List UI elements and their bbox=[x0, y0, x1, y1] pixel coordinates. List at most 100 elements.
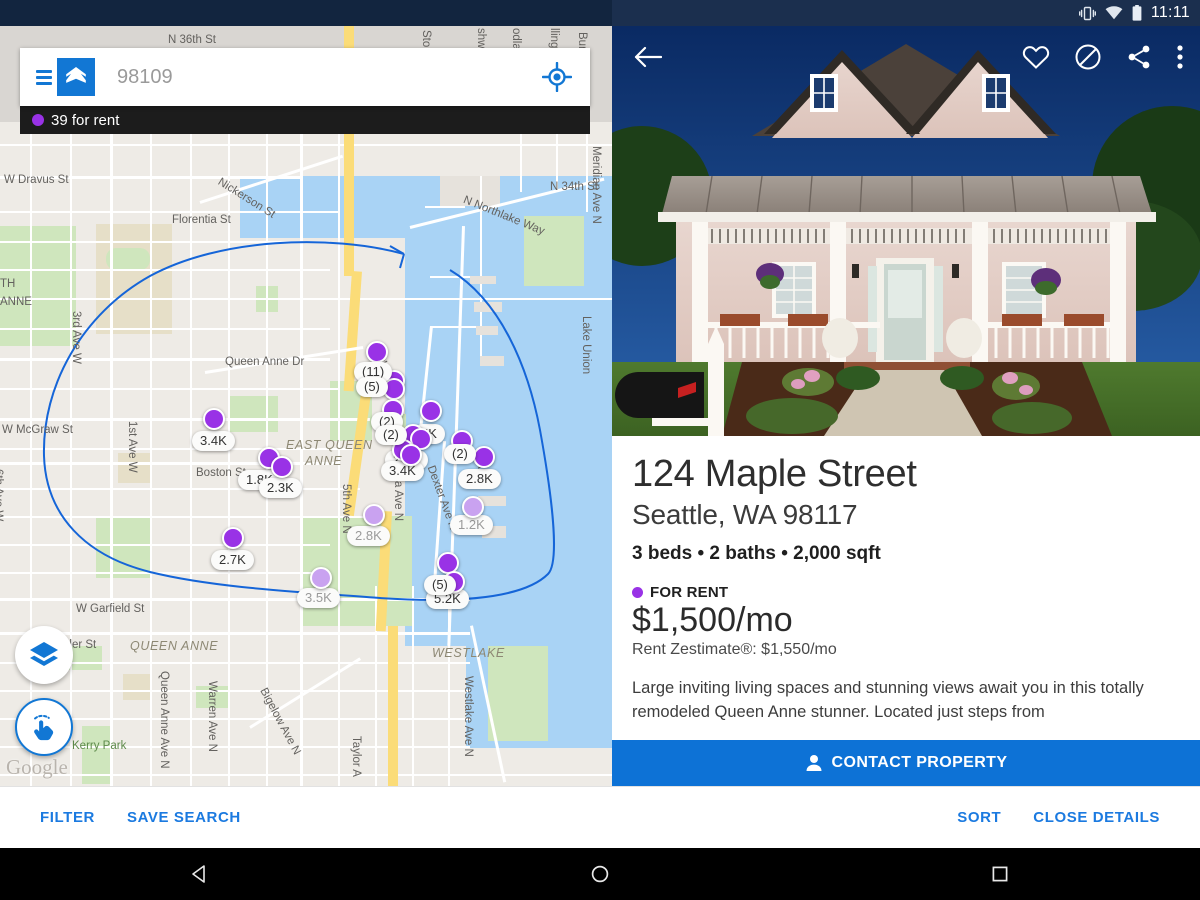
sort-button[interactable]: SORT bbox=[957, 809, 1001, 826]
save-search-button[interactable]: SAVE SEARCH bbox=[127, 809, 241, 826]
google-attribution: Google bbox=[6, 755, 68, 779]
map-listing-marker[interactable] bbox=[310, 567, 332, 589]
map-listing-marker[interactable] bbox=[222, 527, 244, 549]
map-cluster-label[interactable]: (5) bbox=[356, 377, 388, 397]
map-listing-marker[interactable] bbox=[203, 408, 225, 430]
filter-button[interactable]: FILTER bbox=[40, 809, 95, 826]
map-street-label: ANNE bbox=[305, 454, 343, 468]
status-bar: 11:11 bbox=[0, 0, 1200, 26]
results-count-label: 39 for rent bbox=[51, 111, 120, 129]
android-back-button[interactable] bbox=[140, 864, 260, 884]
map-street-label: Westlake Ave N bbox=[462, 676, 474, 757]
android-home-icon bbox=[591, 865, 609, 883]
favorite-button[interactable] bbox=[1022, 44, 1050, 70]
map-street-label: Meridian Ave N bbox=[590, 146, 602, 224]
map-layers-button[interactable] bbox=[15, 626, 73, 684]
map-listing-marker[interactable] bbox=[271, 456, 293, 478]
map-price-label[interactable]: 3.4K bbox=[381, 461, 424, 481]
map-price-label[interactable]: 1.2K bbox=[450, 515, 493, 535]
my-location-icon[interactable] bbox=[542, 62, 572, 92]
map-listing-marker[interactable] bbox=[473, 446, 495, 468]
map-canvas[interactable]: N 36th StStoneshworthodlawnllingfordBurk… bbox=[0, 26, 612, 786]
property-address-line1: 124 Maple Street bbox=[632, 453, 917, 495]
property-description: Large inviting living spaces and stunnin… bbox=[632, 679, 1144, 722]
map-cluster-label[interactable]: (5) bbox=[424, 575, 456, 595]
map-street-label: Lake Union bbox=[580, 316, 592, 375]
vibrate-icon bbox=[1078, 6, 1096, 20]
map-street-label: WESTLAKE bbox=[432, 646, 505, 660]
draw-boundary-hand-icon bbox=[34, 714, 54, 741]
map-street-label: W McGraw St bbox=[2, 424, 73, 436]
back-button[interactable] bbox=[634, 45, 662, 69]
heart-icon bbox=[1022, 46, 1050, 69]
map-listing-marker[interactable] bbox=[400, 444, 422, 466]
hamburger-menu-icon[interactable] bbox=[36, 69, 52, 85]
map-street-label: EAST QUEEN bbox=[286, 438, 373, 452]
status-dot-icon bbox=[632, 586, 643, 598]
app-root: 11:11 N 36th St Stone odlawn W Dravus St… bbox=[0, 0, 1200, 900]
property-price: $1,500/mo bbox=[632, 600, 793, 639]
map-street-label: W Dravus St bbox=[4, 174, 69, 186]
map-listing-marker[interactable] bbox=[366, 341, 388, 363]
android-recents-icon bbox=[992, 866, 1008, 882]
map-street-label: 6th Ave W bbox=[0, 469, 4, 521]
bottom-action-bar: FILTER SAVE SEARCH SORT CLOSE DETAILS bbox=[0, 786, 1200, 848]
map-price-label[interactable]: 2.8K bbox=[458, 469, 501, 489]
property-address-line2: Seattle, WA 98117 bbox=[632, 498, 858, 530]
status-bar-left-shade bbox=[0, 0, 612, 26]
photo-toolbar bbox=[612, 26, 1200, 88]
contact-property-button[interactable]: CONTACT PROPERTY bbox=[612, 740, 1200, 786]
map-layers-icon bbox=[30, 642, 58, 666]
map-street-label: ANNE bbox=[0, 296, 32, 308]
map-listing-marker[interactable] bbox=[462, 496, 484, 518]
person-icon bbox=[806, 755, 822, 771]
share-button[interactable] bbox=[1126, 44, 1152, 70]
map-price-label[interactable]: 2.3K bbox=[259, 478, 302, 498]
map-street-label: Florentia St bbox=[172, 214, 231, 226]
map-street-label: N 36th St bbox=[168, 34, 216, 46]
map-listing-marker[interactable] bbox=[363, 504, 385, 526]
map-street-label: a Ave N bbox=[392, 481, 404, 522]
map-cluster-label[interactable]: (2) bbox=[444, 444, 476, 464]
rent-zestimate: Rent Zestimate®: $1,550/mo bbox=[632, 641, 837, 659]
map-street-label: Queen Anne Ave N bbox=[158, 671, 170, 769]
status-bar-clock: 11:11 bbox=[1150, 4, 1190, 21]
map-street-label: Kerry Park bbox=[72, 740, 127, 752]
results-count-bar: 39 for rent bbox=[20, 106, 590, 134]
android-navigation-bar bbox=[0, 848, 1200, 900]
map-street-label: 5th Ave N bbox=[340, 484, 352, 534]
draw-boundary-button[interactable] bbox=[15, 698, 73, 756]
map-price-label[interactable]: 2.8K bbox=[347, 526, 390, 546]
wifi-icon bbox=[1105, 6, 1123, 20]
zillow-logo-icon[interactable] bbox=[57, 58, 95, 96]
hide-listing-button[interactable] bbox=[1074, 43, 1102, 71]
overflow-menu-button[interactable] bbox=[1176, 43, 1184, 71]
map-price-label[interactable]: 3.4K bbox=[192, 431, 235, 451]
overflow-menu-icon bbox=[1177, 45, 1183, 69]
map-street-label: Queen Anne Dr bbox=[225, 356, 305, 368]
property-photo[interactable] bbox=[612, 26, 1200, 436]
property-detail-pane: 124 Maple Street Seattle, WA 98117 3 bed… bbox=[612, 26, 1200, 786]
battery-icon bbox=[1132, 5, 1142, 21]
android-home-button[interactable] bbox=[540, 864, 660, 884]
map-street-label: W Garfield St bbox=[76, 603, 145, 615]
map-price-label[interactable]: 3.5K bbox=[297, 588, 340, 608]
search-bar[interactable] bbox=[20, 48, 590, 106]
map-street-label: QUEEN ANNE bbox=[130, 639, 219, 653]
property-info: 124 Maple Street Seattle, WA 98117 3 bed… bbox=[612, 436, 1200, 786]
map-street-label: 1st Ave W bbox=[126, 421, 138, 473]
status-badge: FOR RENT bbox=[632, 584, 1180, 601]
for-rent-dot-icon bbox=[32, 114, 44, 126]
map-listing-marker[interactable] bbox=[420, 400, 442, 422]
close-details-button[interactable]: CLOSE DETAILS bbox=[1033, 809, 1160, 826]
search-input[interactable] bbox=[117, 65, 542, 89]
map-street-label: Taylor A bbox=[350, 736, 362, 777]
map-cluster-label[interactable]: (2) bbox=[375, 425, 407, 445]
android-back-icon bbox=[192, 865, 205, 883]
map-price-label[interactable]: 2.7K bbox=[211, 550, 254, 570]
share-icon bbox=[1128, 45, 1150, 69]
android-recents-button[interactable] bbox=[940, 864, 1060, 884]
hide-circle-slash-icon bbox=[1075, 44, 1101, 70]
map-pane[interactable]: N 36th StStoneshworthodlawnllingfordBurk… bbox=[0, 26, 612, 786]
map-street-label: Warren Ave N bbox=[206, 681, 218, 752]
